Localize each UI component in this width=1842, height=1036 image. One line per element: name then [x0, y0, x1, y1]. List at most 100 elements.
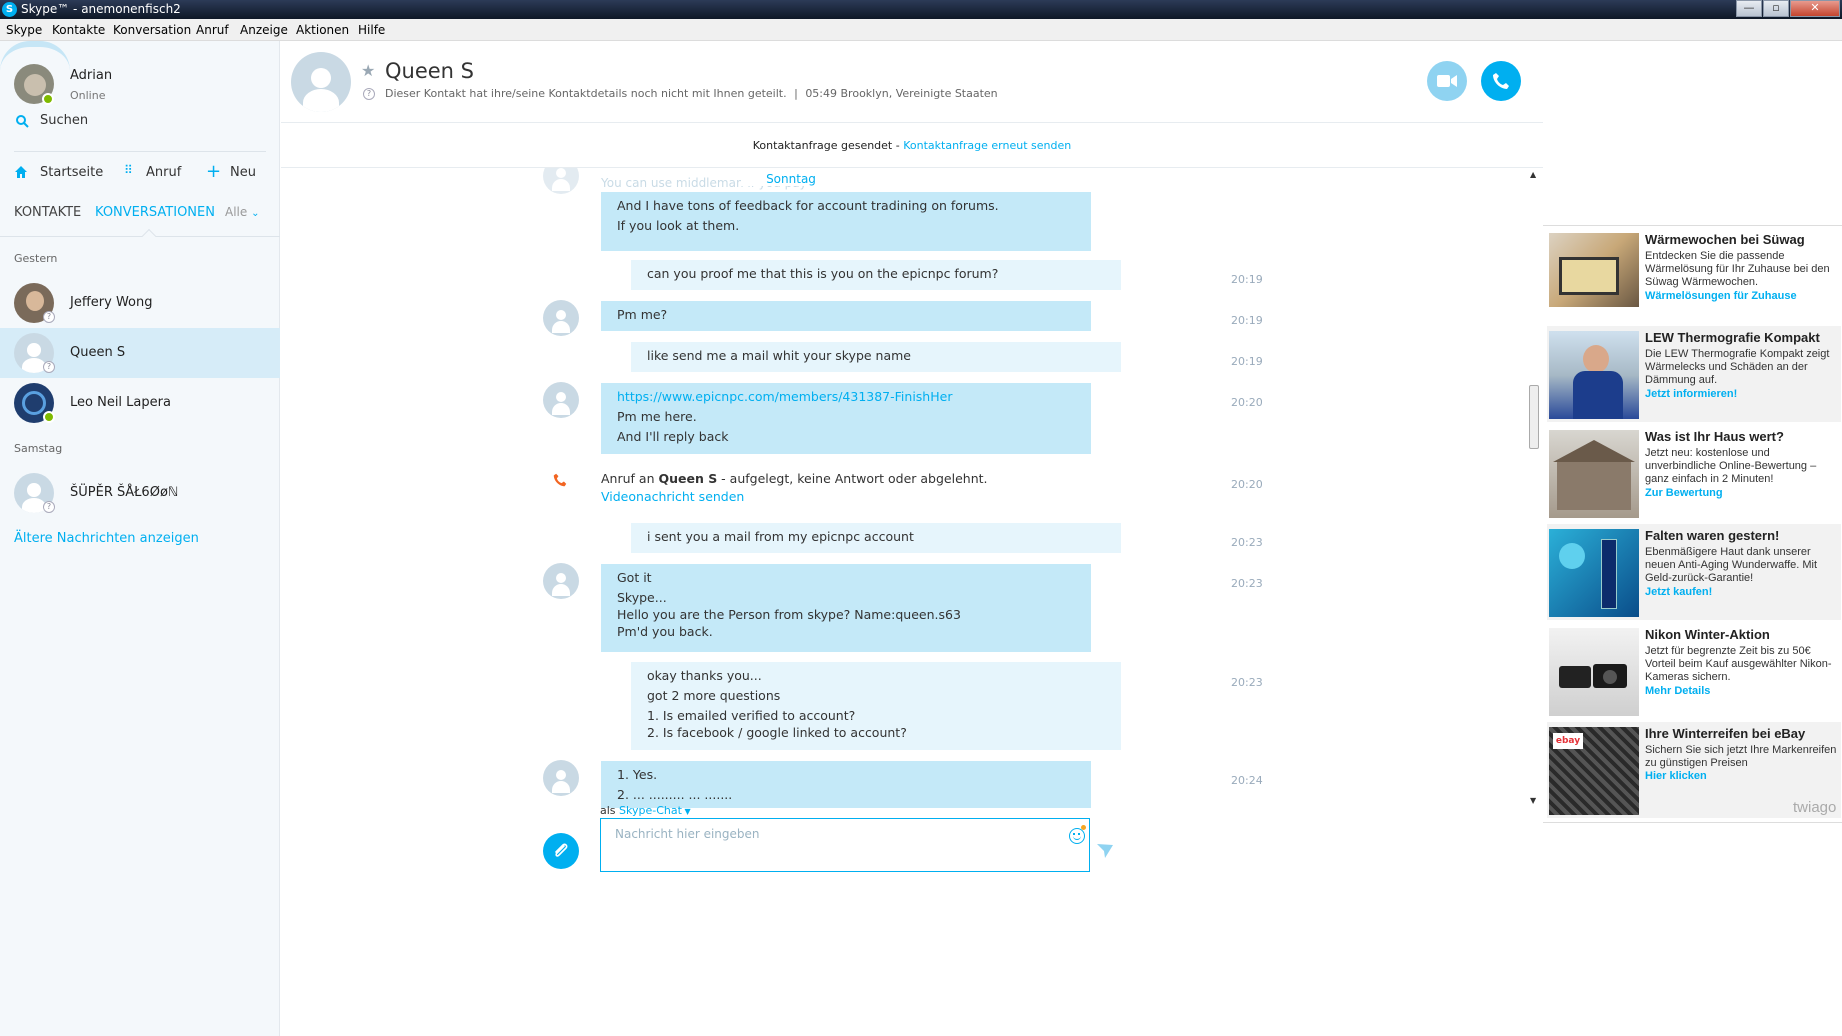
- ad-title: LEW Thermografie Kompakt: [1645, 330, 1820, 345]
- ad-panel: Wärmewochen bei Süwag Entdecken Sie die …: [1543, 41, 1842, 1036]
- search-icon: [16, 115, 29, 128]
- message-line: can you proof me that this is you on the…: [647, 266, 999, 281]
- dialpad-icon: ⠿: [124, 163, 133, 177]
- phone-icon: [1493, 73, 1509, 89]
- contact-detail-text: Dieser Kontakt hat ihre/seine Kontaktdet…: [385, 87, 787, 100]
- ebay-logo-icon: ebay: [1553, 733, 1583, 749]
- message-line: Pm me here.: [617, 409, 697, 424]
- tab-conversations[interactable]: KONVERSATIONEN: [95, 205, 215, 220]
- video-camera-icon: [1437, 75, 1457, 87]
- tab-contacts[interactable]: KONTAKTE: [14, 205, 81, 220]
- ad-item[interactable]: Falten waren gestern! Ebenmäßigere Haut …: [1547, 524, 1841, 620]
- home-button[interactable]: Startseite: [14, 163, 104, 183]
- profile-status: Online: [70, 89, 106, 102]
- send-icon[interactable]: [1097, 844, 1113, 858]
- ad-item[interactable]: Nikon Winter-Aktion Jetzt für begrenzte …: [1547, 623, 1841, 719]
- message-bubble-outgoing[interactable]: okay thanks you... got 2 more questions …: [631, 662, 1121, 750]
- close-button[interactable]: ✕: [1790, 0, 1840, 17]
- unknown-status-icon: ?: [43, 361, 55, 373]
- message-time: 20:23: [1231, 676, 1263, 689]
- menu-contacts[interactable]: Kontakte: [52, 23, 105, 37]
- filter-label: Alle: [225, 205, 248, 219]
- profile-name[interactable]: Adrian: [70, 68, 112, 83]
- menu-help[interactable]: Hilfe: [358, 23, 385, 37]
- divider: [14, 151, 266, 152]
- search-box[interactable]: Suchen: [14, 107, 264, 135]
- unknown-status-icon: ?: [43, 501, 55, 513]
- tab-indicator: [141, 228, 157, 244]
- conversation-item[interactable]: Leo Neil Lapera: [0, 378, 280, 428]
- resend-request-link[interactable]: Kontaktanfrage erneut senden: [903, 139, 1071, 152]
- ad-title: Ihre Winterreifen bei eBay: [1645, 726, 1806, 741]
- ad-link[interactable]: Zur Bewertung: [1645, 487, 1723, 499]
- ad-link[interactable]: Mehr Details: [1645, 685, 1710, 697]
- conversation-item[interactable]: ? Jeffery Wong: [0, 278, 280, 328]
- emoticon-icon[interactable]: [1069, 825, 1086, 844]
- message-line: 2. Is facebook / google linked to accoun…: [647, 725, 907, 740]
- conversation-name: Leo Neil Lapera: [70, 395, 171, 410]
- message-bubble-incoming[interactable]: 1. Yes. 2. ... ......... ... .......: [601, 761, 1091, 808]
- message-time: 20:19: [1231, 355, 1263, 368]
- message-list: You can use middleman if you pay Sonntag…: [281, 168, 1526, 808]
- ad-description: Die LEW Thermografie Kompakt zeigt Wärme…: [1645, 348, 1830, 386]
- maximize-button[interactable]: ▫: [1763, 0, 1789, 17]
- message-bubble-incoming[interactable]: Pm me?: [601, 301, 1091, 331]
- favorite-star-icon[interactable]: ★: [361, 61, 375, 80]
- audio-call-button[interactable]: [1481, 61, 1521, 101]
- chat-scrollbar[interactable]: ▲ ▼: [1527, 168, 1541, 810]
- scroll-up-arrow[interactable]: ▲: [1530, 170, 1536, 179]
- day-separator: Sonntag: [741, 172, 841, 186]
- scroll-thumb[interactable]: [1529, 385, 1539, 449]
- menu-bar: Skype Kontakte Konversation Anruf Anzeig…: [0, 19, 1842, 41]
- ad-link[interactable]: Wärmelösungen für Zuhause: [1645, 290, 1797, 302]
- menu-conversation[interactable]: Konversation: [113, 23, 191, 37]
- message-bubble-outgoing[interactable]: i sent you a mail from my epicnpc accoun…: [631, 523, 1121, 553]
- filter-dropdown[interactable]: Alle ⌄: [225, 205, 259, 219]
- message-line: And I'll reply back: [617, 429, 729, 444]
- message-input[interactable]: Nachricht hier eingeben: [600, 818, 1090, 872]
- menu-view[interactable]: Anzeige: [240, 23, 288, 37]
- ad-title: Nikon Winter-Aktion: [1645, 627, 1770, 642]
- ad-title: Falten waren gestern!: [1645, 528, 1780, 543]
- ad-item[interactable]: Was ist Ihr Haus wert? Jetzt neu: kosten…: [1547, 425, 1841, 521]
- contact-name: Queen S: [385, 59, 474, 83]
- chevron-down-icon: ⌄: [251, 208, 260, 219]
- video-call-button[interactable]: [1427, 61, 1467, 101]
- ad-brand-logo[interactable]: twiago: [1793, 799, 1836, 816]
- ad-item[interactable]: LEW Thermografie Kompakt Die LEW Thermog…: [1547, 326, 1841, 422]
- search-label: Suchen: [40, 113, 89, 128]
- group-yesterday: Gestern: [14, 252, 58, 265]
- message-line: Pm me?: [617, 307, 668, 322]
- caret-down-icon: ▼: [681, 807, 691, 816]
- chat-mode-selector[interactable]: als Skype-Chat ▼: [600, 804, 691, 817]
- ad-link[interactable]: Hier klicken: [1645, 770, 1707, 782]
- ad-link[interactable]: Jetzt kaufen!: [1645, 586, 1712, 598]
- chat-mode-prefix: als: [600, 804, 620, 817]
- message-link[interactable]: https://www.epicnpc.com/members/431387-F…: [617, 387, 1075, 407]
- send-video-message-link[interactable]: Videonachricht senden: [601, 489, 744, 504]
- menu-call[interactable]: Anruf: [196, 23, 229, 37]
- home-label: Startseite: [40, 165, 104, 180]
- message-bubble-outgoing[interactable]: can you proof me that this is you on the…: [631, 260, 1121, 290]
- call-button[interactable]: ⠿ Anruf: [124, 163, 194, 183]
- older-messages-link[interactable]: Ältere Nachrichten anzeigen: [14, 531, 199, 546]
- message-time: 20:23: [1231, 577, 1263, 590]
- menu-skype[interactable]: Skype: [6, 23, 42, 37]
- conversation-item[interactable]: ? ŠÜPĚR ŠÅŁ6Øøℕ: [0, 468, 280, 518]
- message-bubble-incoming[interactable]: And I have tons of feedback for account …: [601, 192, 1091, 251]
- message-bubble-incoming[interactable]: https://www.epicnpc.com/members/431387-F…: [601, 383, 1091, 454]
- message-bubble-incoming[interactable]: Got it Skype... Hello you are the Person…: [601, 564, 1091, 652]
- contact-avatar[interactable]: [291, 52, 351, 112]
- scroll-down-arrow[interactable]: ▼: [1530, 796, 1536, 805]
- new-button[interactable]: + Neu: [206, 161, 266, 183]
- ad-description: Ebenmäßigere Haut dank unserer neuen Ant…: [1645, 546, 1818, 584]
- conversation-item-selected[interactable]: ? Queen S: [0, 328, 280, 378]
- ad-link[interactable]: Jetzt informieren!: [1645, 388, 1737, 400]
- minimize-button[interactable]: —: [1736, 0, 1762, 17]
- message-time: 20:20: [1231, 478, 1263, 491]
- ad-item[interactable]: Wärmewochen bei Süwag Entdecken Sie die …: [1547, 228, 1841, 324]
- menu-actions[interactable]: Aktionen: [296, 23, 349, 37]
- attach-button[interactable]: [543, 833, 579, 869]
- call-label: Anruf: [146, 165, 182, 180]
- message-bubble-outgoing[interactable]: like send me a mail whit your skype name: [631, 342, 1121, 372]
